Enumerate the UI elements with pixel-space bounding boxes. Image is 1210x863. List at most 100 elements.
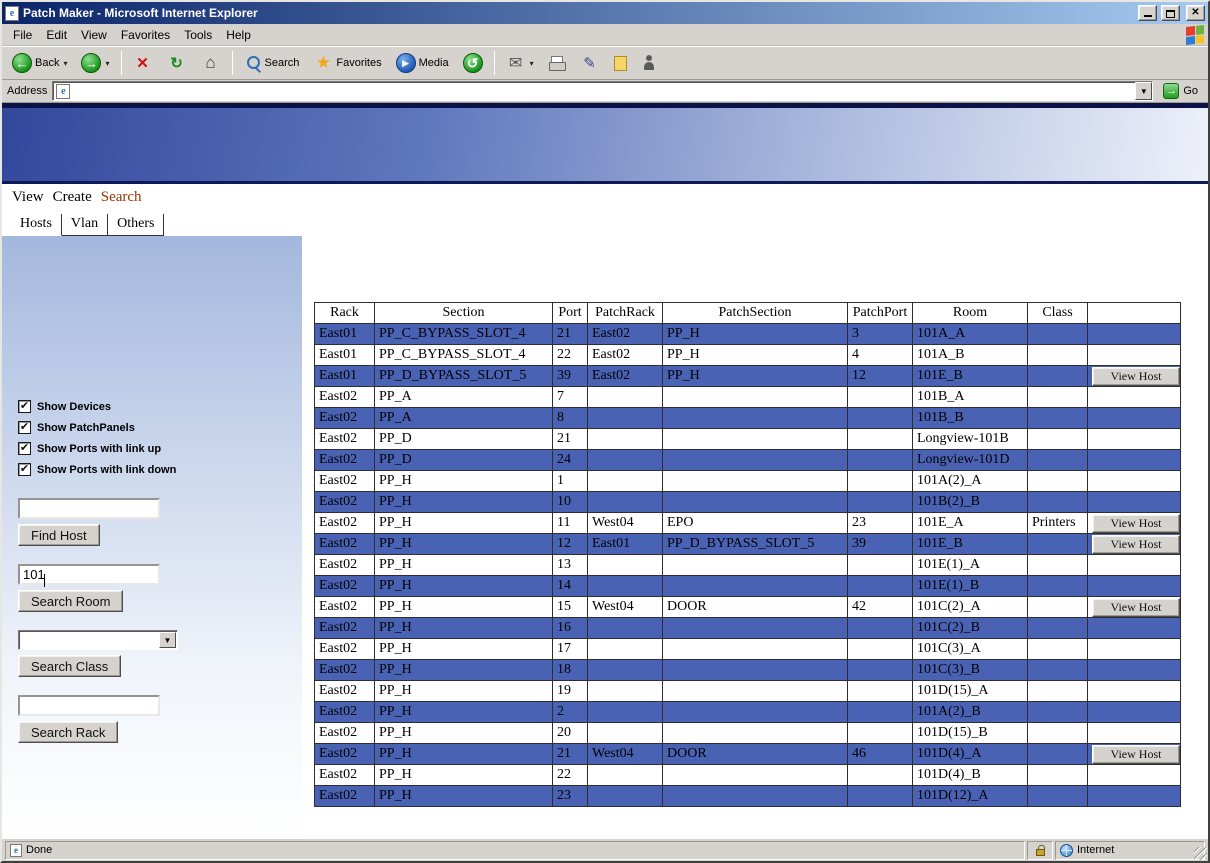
cell-class <box>1028 366 1088 387</box>
search-rack-button[interactable]: Search Rack <box>18 721 118 743</box>
search-room-button[interactable]: Search Room <box>18 590 123 612</box>
maximize-button[interactable] <box>1161 5 1180 21</box>
cell-room: Longview-101D <box>913 450 1028 471</box>
cell-patchport <box>848 429 913 450</box>
page-content: ✔Show Devices✔Show PatchPanels✔Show Port… <box>2 236 1208 838</box>
menu-tools[interactable]: Tools <box>177 25 219 45</box>
cell-section: PP_H <box>375 555 553 576</box>
refresh-button[interactable] <box>161 49 193 77</box>
col-patchport: PatchPort <box>848 303 913 324</box>
cell-rack: East02 <box>315 786 375 807</box>
nav-search[interactable]: Search <box>101 189 142 206</box>
address-input[interactable] <box>73 83 1132 99</box>
view-host-button[interactable]: View Host <box>1092 367 1180 386</box>
menu-edit[interactable]: Edit <box>39 25 74 45</box>
cell-patchrack <box>588 492 663 513</box>
cell-class <box>1028 618 1088 639</box>
back-button[interactable]: Back▾ <box>6 49 73 77</box>
cell-rack: East02 <box>315 744 375 765</box>
menu-file[interactable]: File <box>6 25 39 45</box>
toolbar-button-label: Media <box>419 57 449 69</box>
checkbox[interactable]: ✔ <box>18 463 31 476</box>
menu-favorites[interactable]: Favorites <box>114 25 177 45</box>
stop-button[interactable] <box>127 49 159 77</box>
search-button[interactable]: Search <box>238 49 306 77</box>
table-row: East02PP_A7101B_A <box>315 387 1181 408</box>
notes-button[interactable] <box>608 49 633 77</box>
nav-view[interactable]: View <box>12 189 44 206</box>
cell-actions <box>1088 576 1181 597</box>
tab-hosts[interactable]: Hosts <box>10 214 62 236</box>
view-host-button[interactable]: View Host <box>1092 598 1180 617</box>
checkbox-row[interactable]: ✔Show PatchPanels <box>18 417 302 438</box>
address-label: Address <box>7 85 47 97</box>
checkbox-row[interactable]: ✔Show Ports with link down <box>18 459 302 480</box>
cell-patchrack <box>588 681 663 702</box>
view-host-button[interactable]: View Host <box>1092 745 1180 764</box>
checkbox[interactable]: ✔ <box>18 421 31 434</box>
cell-rack: East02 <box>315 555 375 576</box>
cell-port: 10 <box>553 492 588 513</box>
cell-room: 101A(2)_B <box>913 702 1028 723</box>
cell-rack: East02 <box>315 513 375 534</box>
search-rack-section: Search Rack <box>18 695 302 743</box>
cell-section: PP_A <box>375 408 553 429</box>
cell-class <box>1028 660 1088 681</box>
chevron-down-icon[interactable]: ▼ <box>159 632 176 648</box>
forward-button[interactable]: ▾ <box>75 49 115 77</box>
results-area: RackSectionPortPatchRackPatchSectionPatc… <box>302 236 1208 838</box>
tab-others[interactable]: Others <box>108 214 164 236</box>
menu-help[interactable]: Help <box>219 25 258 45</box>
go-button[interactable]: Go <box>1158 83 1203 99</box>
menu-view[interactable]: View <box>74 25 114 45</box>
table-row: East02PP_H21West04DOOR46101D(4)_AView Ho… <box>315 744 1181 765</box>
search-room-input[interactable] <box>18 564 160 585</box>
tab-vlan[interactable]: Vlan <box>62 214 108 236</box>
search-rack-input[interactable] <box>18 695 160 716</box>
cell-room: Longview-101B <box>913 429 1028 450</box>
edit-button[interactable] <box>574 49 606 77</box>
cell-section: PP_H <box>375 492 553 513</box>
search-class-button[interactable]: Search Class <box>18 655 121 677</box>
favorites-button[interactable]: Favorites <box>307 49 387 77</box>
cell-patchport <box>848 702 913 723</box>
minimize-button[interactable] <box>1138 5 1157 21</box>
cell-port: 22 <box>553 345 588 366</box>
address-dropdown-button[interactable]: ▼ <box>1135 82 1152 100</box>
class-select[interactable]: ▼ <box>18 630 178 650</box>
view-host-button[interactable]: View Host <box>1092 514 1180 533</box>
cell-rack: East02 <box>315 471 375 492</box>
checkbox-row[interactable]: ✔Show Devices <box>18 396 302 417</box>
chevron-down-icon[interactable]: ▾ <box>105 59 109 68</box>
checkbox[interactable]: ✔ <box>18 442 31 455</box>
resize-grip[interactable] <box>1194 847 1207 860</box>
cell-patchsection: PP_H <box>663 324 848 345</box>
history-button[interactable] <box>457 49 489 77</box>
close-button[interactable]: ✕ <box>1186 5 1205 21</box>
mail-button[interactable]: ▾ <box>500 49 540 77</box>
checkbox-row[interactable]: ✔Show Ports with link up <box>18 438 302 459</box>
cell-actions: View Host <box>1088 366 1181 387</box>
chevron-down-icon[interactable]: ▾ <box>63 59 67 68</box>
toolbar: Back▾▾SearchFavoritesMedia▾ <box>2 46 1208 80</box>
print-button[interactable] <box>542 49 572 77</box>
cell-patchsection <box>663 555 848 576</box>
checkbox[interactable]: ✔ <box>18 400 31 413</box>
view-host-button[interactable]: View Host <box>1092 535 1180 554</box>
table-row: East02PP_H22101D(4)_B <box>315 765 1181 786</box>
address-field[interactable]: e ▼ <box>52 81 1153 101</box>
home-button[interactable] <box>195 49 227 77</box>
nav-create[interactable]: Create <box>53 189 92 206</box>
cell-section: PP_H <box>375 765 553 786</box>
find-host-input[interactable] <box>18 498 160 519</box>
tab-row: HostsVlanOthers <box>2 210 1208 236</box>
cell-rack: East01 <box>315 324 375 345</box>
cell-patchsection <box>663 639 848 660</box>
media-button[interactable]: Media <box>390 49 455 77</box>
refresh-icon <box>167 53 187 73</box>
chevron-down-icon[interactable]: ▾ <box>530 59 534 68</box>
windows-logo-icon <box>1186 25 1204 45</box>
find-host-button[interactable]: Find Host <box>18 524 100 546</box>
messenger-button[interactable] <box>635 49 663 77</box>
table-row: East02PP_H17101C(3)_A <box>315 639 1181 660</box>
